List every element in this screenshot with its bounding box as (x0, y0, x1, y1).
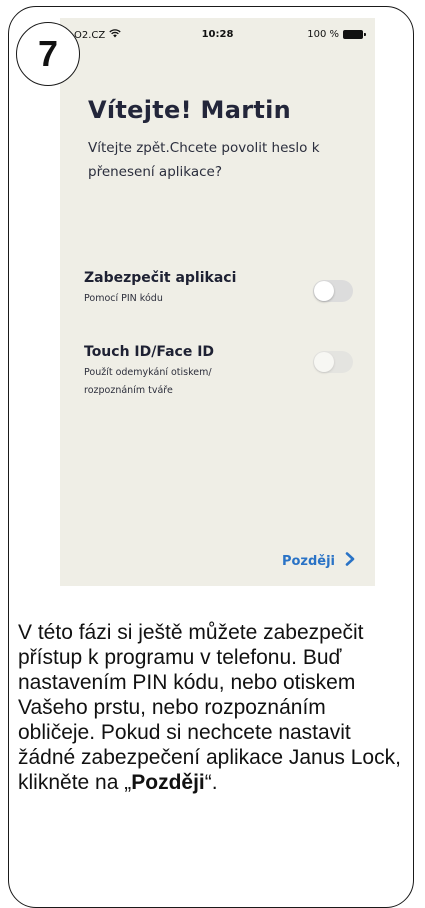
caption-text-end: “. (204, 771, 218, 794)
battery-percentage: 100 % (307, 29, 339, 40)
status-bar: O2.CZ 10:28 100 % (60, 18, 375, 52)
biometric-toggle[interactable] (313, 351, 353, 373)
caption-text: V této fázi si ještě můžete zabezpečit p… (18, 621, 401, 794)
step-number-badge: 7 (16, 22, 80, 86)
welcome-subtitle: Vítejte zpět.Chcete povolit heslo k přen… (88, 140, 320, 180)
biometric-description: Použít odemykání otiskem/ rozpoznáním tv… (84, 367, 212, 396)
later-label: Později (281, 553, 335, 569)
welcome-title: Vítejte! Martin (88, 96, 292, 124)
battery-status: 100 % (307, 29, 366, 40)
caption-bold-later: Později (131, 771, 205, 794)
later-button[interactable]: Později (282, 552, 355, 570)
toggle-knob (314, 352, 334, 372)
step-number: 7 (37, 33, 59, 74)
battery-icon (343, 30, 366, 39)
chevron-right-icon (345, 552, 355, 570)
instruction-caption: V této fázi si ještě můžete zabezpečit p… (18, 620, 408, 795)
secure-app-toggle[interactable] (313, 280, 353, 302)
toggle-knob (314, 281, 334, 301)
phone-screenshot: O2.CZ 10:28 100 % Vítejte! Martin Vítejt… (60, 18, 375, 586)
